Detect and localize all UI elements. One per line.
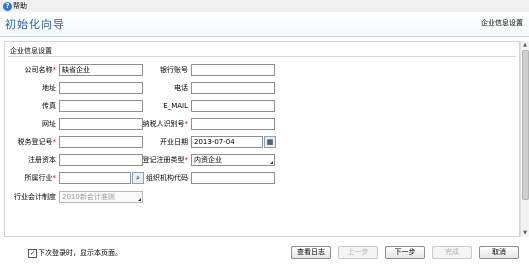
finish-button[interactable]: 完成 [432,246,472,259]
help-menu[interactable]: ? 帮助 [3,1,27,11]
accounting-system-label: 行业会计制度 [14,193,56,201]
bank-account-field[interactable] [191,64,275,76]
accounting-system-select: 2010新会计准则 [59,191,143,203]
current-step-name: 企业信息设置 [481,19,523,27]
address-label: 地址 [42,84,56,92]
fax-label: 传真 [42,102,56,110]
wizard-title: 初始化向导 [5,18,65,31]
wizard-header: 初始化向导 企业信息设置 [0,12,529,37]
website-field[interactable] [59,118,143,130]
section-title: 企业信息设置 [10,47,52,55]
calendar-icon[interactable]: ▦ [264,136,276,148]
dropdown-corner-icon [270,161,273,164]
org-code-field[interactable] [191,172,275,184]
scroll-thumb[interactable] [522,50,529,200]
industry-label: 所属行业* [24,174,57,182]
section-divider [8,56,516,57]
reg-type-select[interactable]: 内资企业 [191,154,275,166]
next-step-button[interactable]: 下一步 [385,246,425,259]
scroll-down-icon[interactable]: ▼ [522,230,528,236]
cancel-button[interactable]: 取消 [479,246,519,259]
phone-label: 电话 [174,84,188,92]
open-date-label: 开业日期 [160,138,188,146]
company-name-label: 公司名称* [24,66,57,74]
email-label: E_MAIL [163,102,188,110]
tax-reg-no-field[interactable] [59,136,143,148]
view-log-button[interactable]: 查看日志 [291,246,331,259]
industry-field[interactable] [59,172,131,184]
accounting-system-value: 2010新会计准则 [62,193,115,201]
open-date-field[interactable]: 2013-07-04 [191,136,263,148]
show-next-login-checkbox[interactable]: ✓ [28,249,37,258]
phone-field[interactable] [191,82,275,94]
tax-reg-no-label: 税务登记号* [17,138,57,146]
vertical-scrollbar[interactable]: ▲ ▼ [520,41,529,237]
fax-field[interactable] [59,100,143,112]
reg-type-value: 内资企业 [194,156,222,164]
prev-step-button[interactable]: 上一步 [338,246,378,259]
address-field[interactable] [59,82,143,94]
reg-capital-field[interactable] [59,154,143,166]
reg-capital-label: 注册资本 [28,156,56,164]
help-menu-label: 帮助 [13,2,27,10]
dropdown-corner-icon [138,198,141,201]
email-field[interactable] [191,100,275,112]
help-icon: ? [3,1,12,11]
taxpayer-id-label: 纳税人识别号* [142,120,189,128]
taxpayer-id-field[interactable] [191,118,275,130]
website-label: 网址 [42,120,56,128]
company-name-field[interactable]: 缺省企业 [59,64,143,76]
bank-account-label: 银行账号 [160,66,188,74]
org-code-label: 组织机构代码 [146,174,188,182]
reg-type-label: 登记注册类型* [142,156,189,164]
show-next-login-label: 下次登录时，显示本页面。 [38,249,122,257]
scroll-up-icon[interactable]: ▲ [522,42,528,48]
